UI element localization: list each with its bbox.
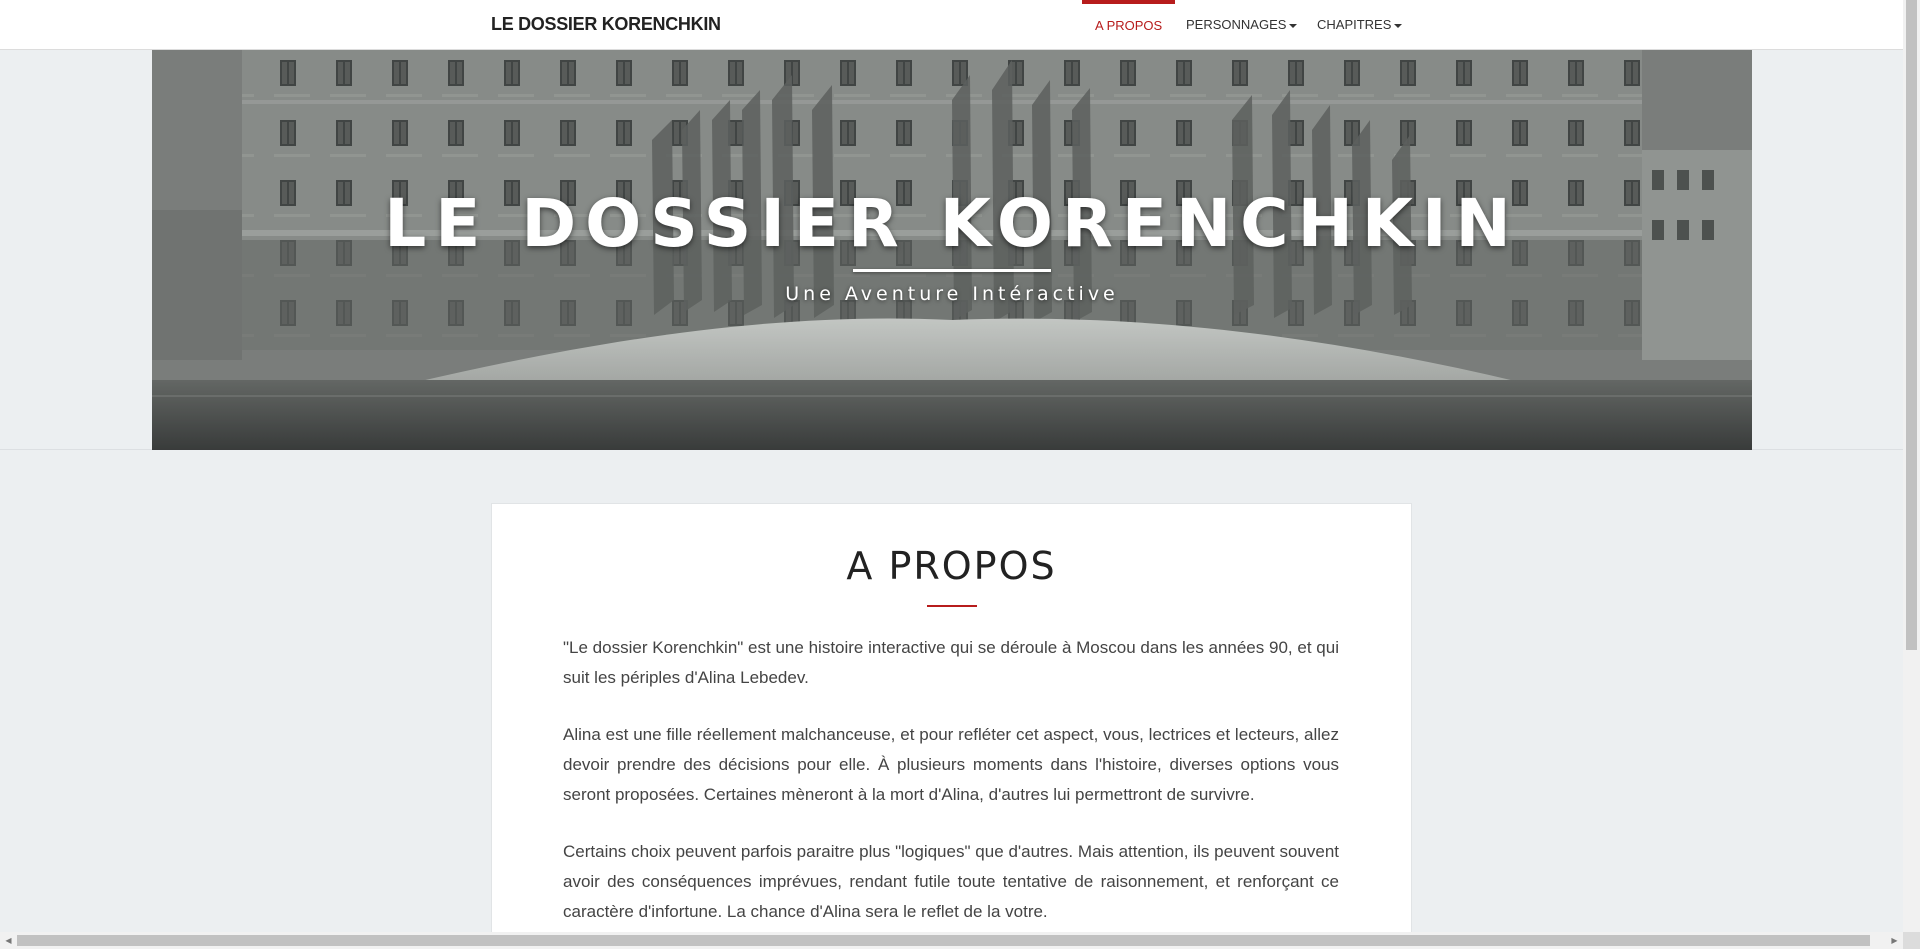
nav-item-chapitres[interactable]: CHAPITRES xyxy=(1317,0,1403,50)
hero-title: LE DOSSIER KORENCHKIN xyxy=(384,185,1520,262)
scroll-right-arrow-icon[interactable]: ▶ xyxy=(1886,932,1903,949)
nav-item-label: CHAPITRES xyxy=(1317,17,1392,32)
about-card: A PROPOS "Le dossier Korenchkin" est une… xyxy=(491,503,1412,932)
horizontal-scroll-thumb[interactable] xyxy=(17,935,1870,946)
about-heading: A PROPOS xyxy=(846,544,1057,588)
heading-divider xyxy=(927,605,977,607)
hero-subtitle: Une Aventure Intéractive xyxy=(785,283,1119,305)
about-paragraph-2: Alina est une fille réellement malchance… xyxy=(563,725,1339,804)
hero-banner: LE DOSSIER KORENCHKIN Une Aventure Intér… xyxy=(152,50,1752,450)
nav-item-label: A PROPOS xyxy=(1095,18,1163,33)
about-paragraph-1: "Le dossier Korenchkin" est une histoire… xyxy=(563,638,1339,687)
top-navbar: LE DOSSIER KORENCHKIN A PROPOS PERSONNAG… xyxy=(0,0,1903,50)
caret-down-icon xyxy=(1394,23,1403,28)
nav-item-a-propos[interactable]: A PROPOS xyxy=(1082,0,1176,50)
hero-divider xyxy=(853,269,1051,272)
brand-link[interactable]: LE DOSSIER KORENCHKIN xyxy=(491,14,721,35)
horizontal-scrollbar[interactable]: ◀ ▶ xyxy=(0,932,1903,949)
scrollbar-corner xyxy=(1903,932,1920,949)
page-viewport: LE DOSSIER KORENCHKIN A PROPOS PERSONNAG… xyxy=(0,0,1903,932)
scroll-left-arrow-icon[interactable]: ◀ xyxy=(0,932,17,949)
nav-item-personnages[interactable]: PERSONNAGES xyxy=(1186,0,1298,50)
vertical-scrollbar[interactable] xyxy=(1903,0,1920,932)
caret-down-icon xyxy=(1289,23,1298,28)
about-paragraph-3: Certains choix peuvent parfois paraitre … xyxy=(563,842,1339,921)
nav-item-label: PERSONNAGES xyxy=(1186,17,1287,32)
vertical-scroll-thumb[interactable] xyxy=(1906,0,1917,650)
